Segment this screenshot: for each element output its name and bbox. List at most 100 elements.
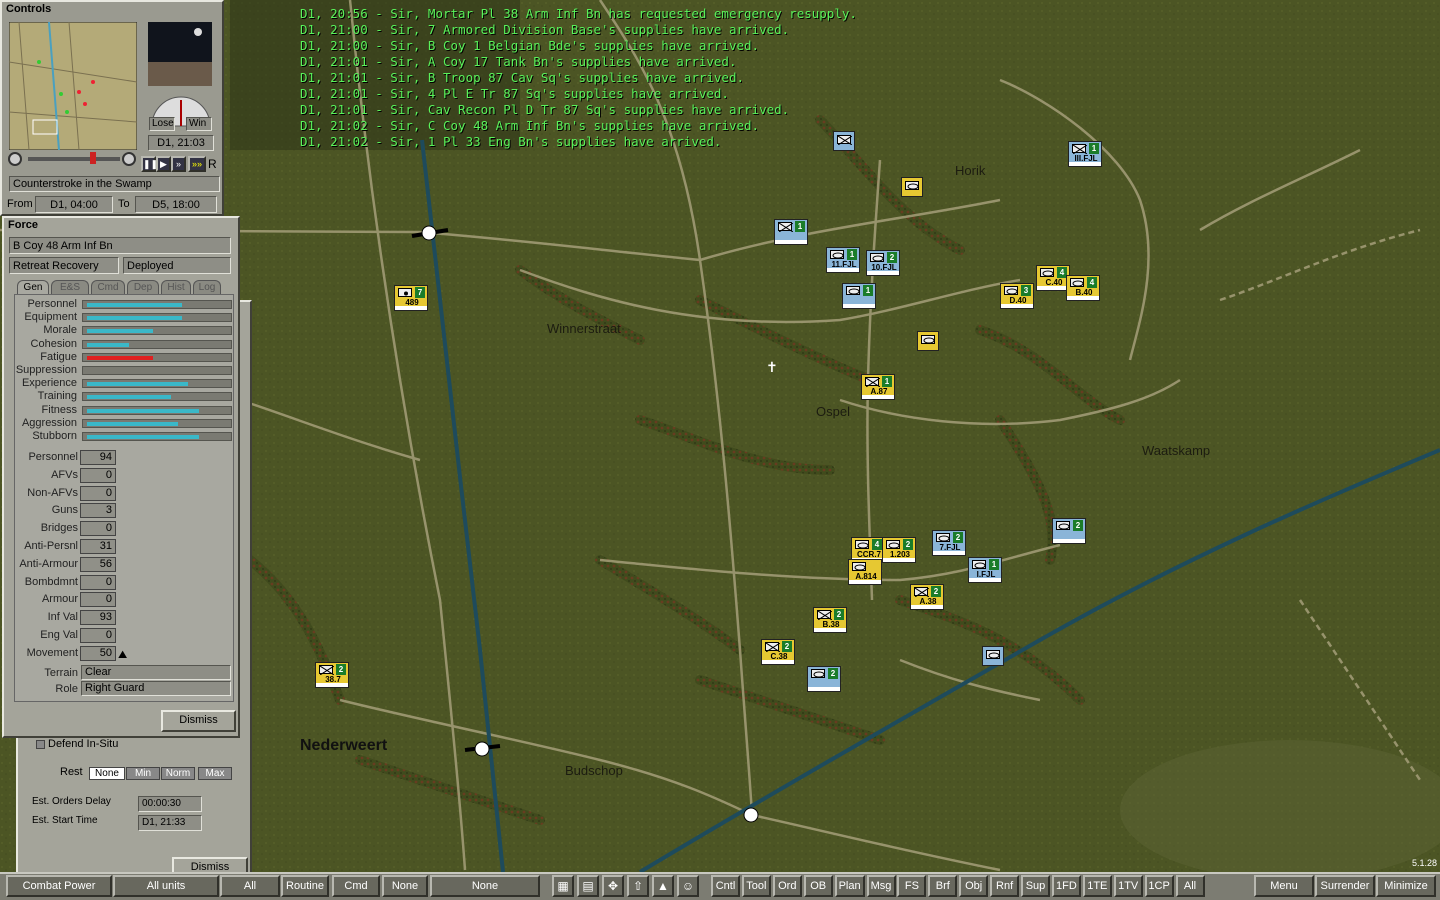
stat-bar-fill bbox=[87, 408, 199, 413]
map-overlay-icon[interactable]: ▤ bbox=[577, 875, 599, 897]
unit-counter[interactable]: 1 A.87 bbox=[861, 374, 895, 400]
stat-bar-label: Stubborn bbox=[32, 430, 77, 442]
panel-button-cntl[interactable]: Cntl bbox=[711, 875, 740, 897]
unit-counter[interactable]: 2 7.FJL bbox=[932, 530, 966, 556]
unit-counter[interactable] bbox=[917, 331, 939, 351]
commander-icon[interactable]: ☺ bbox=[677, 875, 699, 897]
unit-counter[interactable]: 1 bbox=[842, 283, 876, 309]
panel-button-sup[interactable]: Sup bbox=[1021, 875, 1050, 897]
unit-counter[interactable]: 2 B.38 bbox=[813, 607, 847, 633]
unit-up-icon[interactable]: ⇧ bbox=[627, 875, 649, 897]
rest-option-max[interactable]: Max bbox=[198, 767, 232, 780]
stat-bar-label: Morale bbox=[43, 324, 77, 337]
tab-log[interactable]: Log bbox=[193, 280, 221, 294]
unit-counter[interactable]: 1 11.FJL bbox=[826, 247, 860, 273]
filter-button[interactable]: None bbox=[430, 875, 540, 897]
filter-button[interactable]: All units bbox=[113, 875, 219, 897]
panel-button-ord[interactable]: Ord bbox=[772, 875, 802, 897]
minimap[interactable] bbox=[9, 22, 137, 150]
zoom-slider[interactable] bbox=[28, 157, 120, 161]
tab-gen[interactable]: Gen bbox=[17, 280, 49, 294]
filter-button[interactable]: Routine bbox=[281, 875, 329, 897]
zoom-slider-thumb[interactable] bbox=[90, 152, 96, 164]
unit-type-icon bbox=[972, 560, 986, 569]
rest-option-norm[interactable]: Norm bbox=[161, 767, 195, 780]
replay-button[interactable]: R bbox=[208, 157, 217, 171]
unit-counter[interactable] bbox=[901, 177, 923, 197]
panel-button-ob[interactable]: OB bbox=[803, 875, 833, 897]
unit-counter[interactable]: 3 D.40 bbox=[1000, 283, 1034, 309]
force-dismiss-button[interactable]: Dismiss bbox=[161, 710, 236, 732]
rest-option-none[interactable]: None bbox=[89, 767, 125, 780]
panel-button-rnf[interactable]: Rnf bbox=[990, 875, 1020, 897]
panel-button-brf[interactable]: Brf bbox=[928, 875, 958, 897]
unit-counter[interactable]: 2 bbox=[1052, 518, 1086, 544]
panel-button-1cp[interactable]: 1CP bbox=[1144, 875, 1174, 897]
role-value: Right Guard bbox=[81, 681, 231, 696]
minimize-button[interactable]: Minimize bbox=[1376, 875, 1436, 897]
tab-dep[interactable]: Dep bbox=[127, 280, 159, 294]
map-label-budschop: Budschop bbox=[565, 763, 623, 778]
zoom-out-icon[interactable] bbox=[8, 152, 22, 166]
unit-counter[interactable]: 2 10.FJL bbox=[866, 250, 900, 276]
panel-button-1fd[interactable]: 1FD bbox=[1051, 875, 1081, 897]
stat-bar-label: Fatigue bbox=[40, 350, 77, 363]
panel-button-plan[interactable]: Plan bbox=[834, 875, 865, 897]
unit-counter[interactable]: 2 bbox=[807, 666, 841, 692]
unit-counter[interactable]: A.814 bbox=[848, 559, 882, 585]
tab-es[interactable]: E&S bbox=[51, 280, 89, 294]
stat-bar-fill bbox=[87, 355, 153, 360]
rest-label: Rest bbox=[60, 766, 83, 778]
unit-counter[interactable]: 1 III.FJL bbox=[1068, 141, 1102, 167]
unit-type-icon bbox=[811, 669, 825, 678]
unit-status-bar bbox=[395, 306, 427, 310]
panel-button-msg[interactable]: Msg bbox=[866, 875, 896, 897]
tab-cmd[interactable]: Cmd bbox=[91, 280, 125, 294]
unit-counter[interactable]: 1 I.FJL bbox=[968, 557, 1002, 583]
unit-strength: 1 bbox=[795, 221, 805, 232]
filter-button[interactable]: Cmd bbox=[332, 875, 380, 897]
panel-button-tool[interactable]: Tool bbox=[741, 875, 771, 897]
stat-label: Eng Val bbox=[40, 629, 78, 641]
unit-status-bar bbox=[849, 580, 881, 584]
grid-icon[interactable]: ▦ bbox=[552, 875, 574, 897]
panel-button-fs[interactable]: FS bbox=[897, 875, 927, 897]
fastest-icon[interactable]: »» bbox=[188, 156, 206, 172]
unit-strength: 2 bbox=[903, 539, 913, 550]
unit-type-icon bbox=[914, 587, 930, 598]
pause-icon[interactable]: ❚❚ bbox=[141, 156, 158, 172]
unit-counter[interactable]: 4 C.40 bbox=[1036, 265, 1070, 291]
unit-type-icon bbox=[870, 253, 884, 262]
filter-button[interactable]: None bbox=[382, 875, 428, 897]
play-icon[interactable]: ▶ bbox=[156, 156, 171, 172]
unit-status-bar bbox=[911, 605, 943, 609]
unit-counter[interactable]: 7 489 bbox=[394, 285, 428, 311]
unit-counter[interactable]: 1 bbox=[774, 219, 808, 245]
fast-forward-icon[interactable]: » bbox=[171, 156, 186, 172]
unit-counter[interactable]: 4 B.40 bbox=[1066, 275, 1100, 301]
menu-button[interactable]: Menu bbox=[1254, 875, 1314, 897]
move-arrows-icon[interactable]: ✥ bbox=[602, 875, 624, 897]
unit-counter[interactable]: 2 38.7 bbox=[315, 662, 349, 688]
unit-select-icon[interactable]: ▲ bbox=[652, 875, 674, 897]
panel-button-1te[interactable]: 1TE bbox=[1082, 875, 1112, 897]
filter-button[interactable]: Combat Power bbox=[6, 875, 112, 897]
unit-counter[interactable]: 2 C.38 bbox=[761, 639, 795, 665]
unit-type-icon bbox=[905, 181, 919, 190]
unit-counter[interactable]: 2 A.38 bbox=[910, 584, 944, 610]
rest-option-min[interactable]: Min bbox=[126, 767, 160, 780]
message-line: D1, 21:00 - Sir, B Coy 1 Belgian Bde's s… bbox=[300, 38, 760, 53]
stat-value: 0 bbox=[80, 574, 116, 590]
defend-checkbox[interactable] bbox=[36, 740, 45, 749]
panel-button-1tv[interactable]: 1TV bbox=[1113, 875, 1143, 897]
surrender-button[interactable]: Surrender bbox=[1315, 875, 1375, 897]
filter-button[interactable]: All bbox=[220, 875, 280, 897]
panel-button-obj[interactable]: Obj bbox=[959, 875, 989, 897]
stat-bar-label: Aggression bbox=[21, 416, 77, 429]
unit-counter[interactable]: 2 1.203 bbox=[882, 537, 916, 563]
zoom-in-icon[interactable] bbox=[122, 152, 136, 166]
panel-button-all[interactable]: All bbox=[1175, 875, 1205, 897]
unit-counter[interactable] bbox=[982, 646, 1004, 666]
tab-hist[interactable]: Hist bbox=[161, 280, 191, 294]
lose-label: Lose bbox=[149, 117, 175, 131]
